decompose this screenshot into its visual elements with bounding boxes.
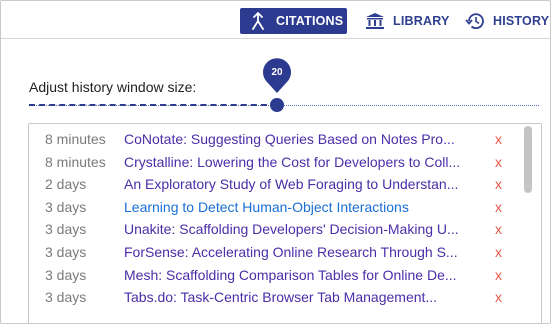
history-time: 3 days	[45, 244, 87, 260]
tab-library-label: LIBRARY	[393, 14, 450, 28]
history-icon	[465, 11, 485, 31]
slider-value: 20	[271, 67, 283, 78]
tab-history-label: HISTORY	[493, 14, 550, 28]
history-title-link[interactable]: ForSense: Accelerating Online Research T…	[124, 244, 490, 260]
slider-value-bubble: 20	[259, 58, 295, 94]
history-row: 3 days Unakite: Scaffolding Developers' D…	[29, 218, 519, 240]
remove-icon[interactable]: x	[495, 244, 502, 260]
history-row: 8 minutes Crystalline: Lowering the Cost …	[29, 151, 519, 173]
remove-icon[interactable]: x	[495, 154, 502, 170]
tab-citations-label: CITATIONS	[276, 14, 344, 28]
citations-panel: CITATIONS LIBRARY HISTORY Adjust history…	[0, 0, 551, 324]
history-row: 8 minutes CoNotate: Suggesting Queries Ba…	[29, 128, 519, 150]
history-title-link[interactable]: Unakite: Scaffolding Developers' Decisio…	[124, 221, 490, 237]
remove-icon[interactable]: x	[495, 176, 502, 192]
remove-icon[interactable]: x	[495, 267, 502, 283]
window-size-label: Adjust history window size:	[29, 79, 197, 95]
history-title-link[interactable]: An Exploratory Study of Web Foraging to …	[124, 176, 490, 192]
history-time: 3 days	[45, 198, 87, 215]
history-time: 3 days	[45, 289, 87, 306]
history-title-link[interactable]: Learning to Detect Human-Object Interact…	[124, 199, 490, 215]
history-time: 8 minutes	[45, 153, 106, 170]
history-time: 3 days	[45, 266, 87, 283]
history-title-link[interactable]: Mesh: Scaffolding Comparison Tables for …	[124, 267, 490, 283]
top-toolbar: CITATIONS LIBRARY HISTORY	[1, 1, 550, 39]
tab-history[interactable]: HISTORY	[465, 8, 550, 34]
history-row: 2 days An Exploratory Study of Web Foragi…	[29, 173, 519, 195]
history-row: 3 days Mesh: Scaffolding Comparison Table…	[29, 264, 519, 286]
history-title-link[interactable]: Crystalline: Lowering the Cost for Devel…	[124, 154, 490, 170]
scrollbar[interactable]	[524, 126, 532, 193]
tab-library[interactable]: LIBRARY	[365, 8, 457, 34]
history-title-link[interactable]: Tabs.do: Task-Centric Browser Tab Manage…	[124, 289, 490, 305]
tab-citations[interactable]: CITATIONS	[240, 8, 347, 34]
history-row: 3 days ForSense: Accelerating Online Rese…	[29, 241, 519, 263]
history-time: 3 days	[45, 221, 87, 238]
remove-icon[interactable]: x	[495, 199, 502, 215]
merge-arrow-icon	[248, 11, 268, 31]
slider-fill	[29, 104, 277, 106]
history-time: 2 days	[45, 176, 87, 193]
library-icon	[365, 11, 385, 31]
history-time: 8 minutes	[45, 131, 106, 147]
slider-thumb[interactable]	[270, 98, 284, 112]
remove-icon[interactable]: x	[495, 131, 502, 147]
remove-icon[interactable]: x	[495, 289, 502, 305]
history-row: 3 days Tabs.do: Task-Centric Browser Tab …	[29, 286, 519, 308]
remove-icon[interactable]: x	[495, 221, 502, 237]
history-row: 3 days Learning to Detect Human-Object In…	[29, 196, 519, 218]
history-list: 8 minutes CoNotate: Suggesting Queries Ba…	[28, 123, 542, 323]
history-title-link[interactable]: CoNotate: Suggesting Queries Based on No…	[124, 131, 490, 147]
